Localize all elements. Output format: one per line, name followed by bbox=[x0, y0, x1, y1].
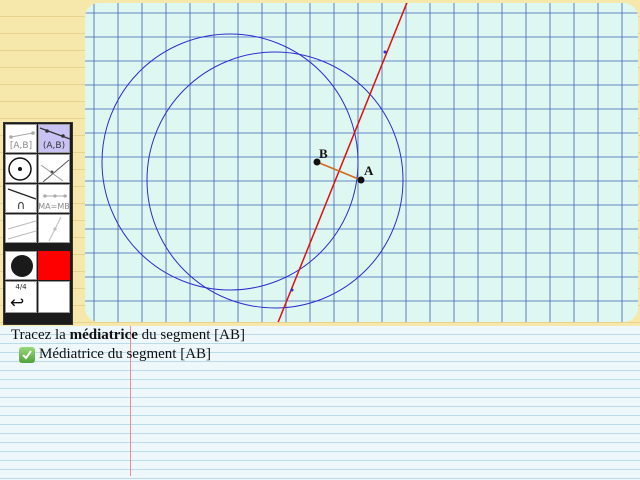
empty-tool-slot bbox=[38, 281, 70, 313]
equidistant-tool-button[interactable]: MA=MB bbox=[38, 184, 70, 213]
intersection-point-bottom bbox=[290, 288, 294, 292]
point-color-button[interactable] bbox=[5, 251, 37, 280]
instruction-text: Tracez la médiatrice du segment [AB] bbox=[11, 327, 245, 344]
fill-color-swatch[interactable] bbox=[38, 251, 70, 280]
geometry-board[interactable]: B A bbox=[85, 3, 638, 322]
instruction-prefix: Tracez la bbox=[11, 327, 70, 343]
segment-tool-label: [A,B] bbox=[9, 141, 33, 151]
ray-tool-button[interactable] bbox=[38, 214, 70, 243]
checkmark-icon bbox=[19, 346, 35, 363]
segment-tool-button[interactable]: [A,B] bbox=[5, 124, 37, 153]
point-a-label: A bbox=[364, 163, 374, 178]
intersection-tool-label: ∩ bbox=[16, 197, 26, 212]
circle-centered-a[interactable] bbox=[146, 51, 404, 309]
red-color-swatch bbox=[38, 251, 70, 280]
circle-tool-icon bbox=[8, 157, 32, 181]
instruction-suffix: du segment [AB] bbox=[137, 327, 245, 343]
perpendicular-tool-button[interactable] bbox=[38, 154, 70, 183]
line-tool-label: (A,B) bbox=[42, 141, 66, 151]
filled-dot-icon bbox=[11, 255, 33, 277]
point-b-label: B bbox=[319, 146, 328, 161]
circle-tool-button[interactable] bbox=[5, 154, 37, 183]
perpendicular-tool-icon bbox=[40, 159, 70, 183]
undo-button[interactable]: 4/4 ↩ bbox=[5, 281, 37, 313]
intersection-tool-button[interactable]: ∩ bbox=[5, 184, 37, 213]
parallel-tool-icon bbox=[7, 220, 37, 240]
geometry-canvas[interactable]: B A bbox=[85, 3, 638, 322]
instruction-keyword: médiatrice bbox=[69, 327, 138, 343]
task-label: Médiatrice du segment [AB] bbox=[39, 346, 212, 362]
task-item: Médiatrice du segment [AB] bbox=[19, 346, 211, 363]
segment-ab[interactable] bbox=[316, 161, 362, 181]
parallel-tool-button[interactable] bbox=[5, 214, 37, 243]
undo-icon: ↩ bbox=[10, 293, 25, 313]
intersection-point-top bbox=[383, 50, 387, 54]
perpendicular-bisector-line[interactable] bbox=[277, 3, 408, 322]
equidistant-tool-label: MA=MB bbox=[38, 202, 70, 211]
toolbox: [A,B] (A,B) ∩ MA=MB 4/4 ↩ bbox=[3, 122, 73, 325]
page-indicator: 4/4 bbox=[15, 283, 27, 291]
line-tool-button[interactable]: (A,B) bbox=[38, 124, 71, 153]
ray-tool-icon bbox=[48, 216, 62, 242]
